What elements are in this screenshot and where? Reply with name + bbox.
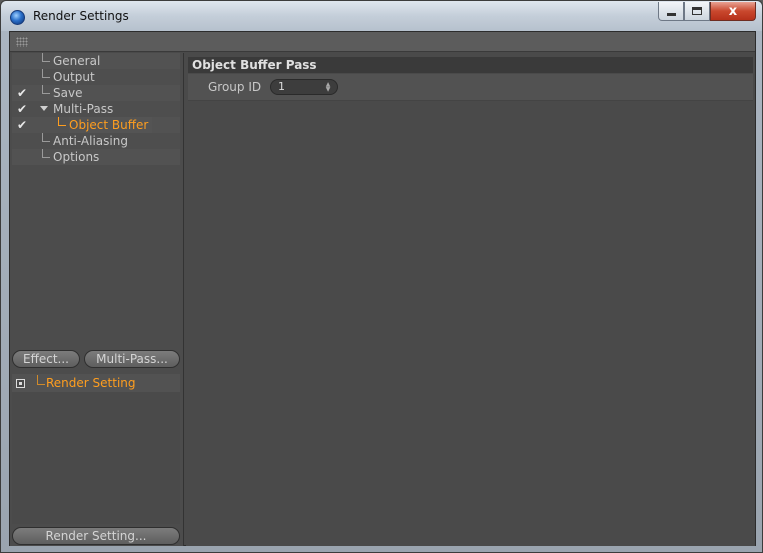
section-header: Object Buffer Pass xyxy=(188,57,753,73)
tree-item-label: Multi-Pass xyxy=(53,102,114,116)
tree-item-label: Anti-Aliasing xyxy=(53,134,128,148)
tree-branch-line xyxy=(42,133,50,142)
tree-item-options[interactable]: Options xyxy=(12,149,180,165)
render-settings-list: Render Setting xyxy=(12,374,180,524)
maximize-icon xyxy=(692,7,702,15)
settings-tree: General Output ✔ Save ✔ Multi-Pass ✔ Obj… xyxy=(12,53,180,165)
tree-item-anti-aliasing[interactable]: Anti-Aliasing xyxy=(12,133,180,149)
tree-item-label: Options xyxy=(53,150,100,164)
window-controls: x xyxy=(658,2,756,22)
stepper-arrows-icon[interactable]: ▲ ▼ xyxy=(325,82,331,93)
enabled-checkmark-icon[interactable]: ✔ xyxy=(15,118,29,132)
window-title: Render Settings xyxy=(33,9,129,23)
tree-branch-line xyxy=(58,117,66,126)
enabled-checkmark-icon[interactable]: ✔ xyxy=(15,102,29,116)
maximize-button[interactable] xyxy=(684,2,710,21)
enabled-checkmark-icon[interactable]: ✔ xyxy=(15,86,29,100)
tree-item-label: General xyxy=(53,54,101,68)
grip-icon[interactable] xyxy=(16,37,28,47)
menu-bar xyxy=(10,32,755,52)
title-bar[interactable]: Render Settings x xyxy=(1,1,762,31)
tree-branch-line xyxy=(42,149,50,158)
render-settings-window: Render Settings x General Output ✔ Save … xyxy=(0,0,763,553)
tree-item-multi-pass[interactable]: ✔ Multi-Pass xyxy=(12,101,180,117)
expand-box-icon[interactable] xyxy=(16,379,25,388)
group-id-value: 1 xyxy=(278,80,285,93)
render-setting-label: Render Setting xyxy=(46,376,136,390)
tree-item-label: Output xyxy=(53,70,95,84)
tree-branch-line xyxy=(42,69,50,78)
tree-item-object-buffer[interactable]: ✔ Object Buffer xyxy=(12,117,180,133)
tree-item-label: Object Buffer xyxy=(69,117,153,133)
tree-item-save[interactable]: ✔ Save xyxy=(12,85,180,101)
tree-branch-line xyxy=(42,85,50,94)
tree-branch-line xyxy=(37,375,45,385)
close-icon: x xyxy=(728,3,738,19)
tree-item-label: Save xyxy=(53,86,83,100)
effect-button[interactable]: Effect... xyxy=(12,350,80,368)
group-id-label: Group ID xyxy=(208,80,262,94)
tree-item-output[interactable]: Output xyxy=(12,69,180,85)
group-id-row: Group ID 1 ▲ ▼ xyxy=(188,74,753,101)
tree-branch-line xyxy=(42,53,50,62)
client-area: General Output ✔ Save ✔ Multi-Pass ✔ Obj… xyxy=(9,31,756,546)
expand-arrow-icon[interactable] xyxy=(40,106,48,111)
attributes-panel: Object Buffer Pass Group ID 1 ▲ ▼ xyxy=(186,53,755,546)
cinema4d-app-icon xyxy=(10,10,25,25)
group-id-stepper[interactable]: 1 ▲ ▼ xyxy=(270,79,338,95)
render-setting-button[interactable]: Render Setting... xyxy=(12,527,180,545)
close-button[interactable]: x xyxy=(710,2,756,21)
tree-item-general[interactable]: General xyxy=(12,53,180,69)
multi-pass-button[interactable]: Multi-Pass... xyxy=(84,350,180,368)
left-panel: General Output ✔ Save ✔ Multi-Pass ✔ Obj… xyxy=(10,53,184,546)
minimize-icon xyxy=(666,12,676,16)
minimize-button[interactable] xyxy=(658,2,684,21)
render-setting-item[interactable]: Render Setting xyxy=(12,374,180,392)
